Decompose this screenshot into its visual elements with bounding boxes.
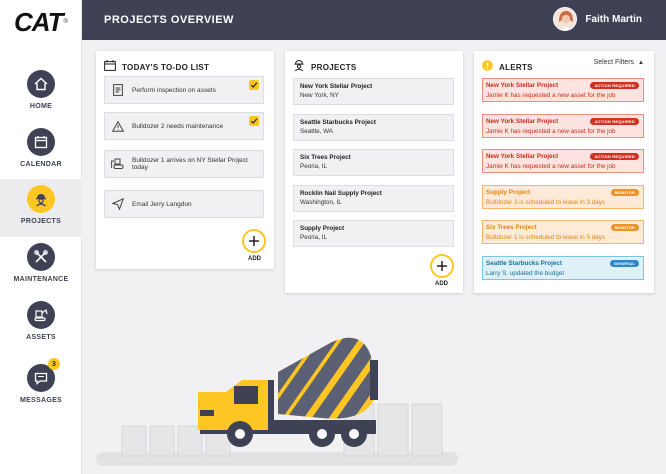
- status-badge: GENERAL: [610, 260, 639, 267]
- worker-icon: [27, 185, 55, 213]
- alert-message: Larry S. updated the budget: [486, 270, 565, 277]
- calendar-icon: [104, 58, 116, 76]
- alerts-panel-header: ALERTS: [482, 58, 533, 76]
- logo-text: CAT: [14, 6, 64, 37]
- cement-truck-icon: [96, 337, 458, 466]
- worker-icon: [293, 58, 305, 76]
- project-card[interactable]: New York Stellar Project New York, NY: [293, 78, 454, 105]
- top-header: PROJECTS OVERVIEW Faith Martin: [82, 0, 666, 40]
- project-location: Seattle, WA: [300, 128, 334, 135]
- sidebar-item-messages[interactable]: 3 MESSAGES: [0, 358, 82, 416]
- todo-panel-header: TODAY'S TO-DO LIST: [104, 58, 209, 76]
- project-name: Six Trees Project: [300, 154, 351, 161]
- status-badge: ACTION REQUIRED: [590, 82, 639, 89]
- todo-text: Bulldozer 2 needs maintenance: [132, 122, 224, 130]
- excavator-icon: [27, 301, 55, 329]
- list-item[interactable]: Perform inspection on assets: [104, 76, 264, 104]
- message-count-badge: 3: [48, 358, 60, 370]
- sidebar-item-maintenance[interactable]: MAINTENANCE: [0, 237, 82, 295]
- plus-icon: [249, 236, 259, 246]
- status-badge: ACTION REQUIRED: [590, 118, 639, 125]
- document-icon: [111, 84, 125, 96]
- list-item[interactable]: Email Jerry Langdon: [104, 190, 264, 218]
- project-location: Peoria, IL: [300, 163, 327, 170]
- chevron-up-icon: ▲: [638, 59, 644, 66]
- status-badge: ACTION REQUIRED: [590, 153, 639, 160]
- project-location: Peoria, IL: [300, 234, 327, 241]
- sidebar-item-home[interactable]: HOME: [0, 64, 82, 122]
- projects-panel-title: PROJECTS: [311, 62, 357, 72]
- sidebar-item-label: HOME: [29, 103, 53, 110]
- sidebar-item-assets[interactable]: ASSETS: [0, 295, 82, 353]
- plus-icon: [437, 261, 447, 271]
- todo-text: Bulldozer 1 arrives on NY Stellar Projec…: [132, 157, 248, 171]
- project-location: Washington, IL: [300, 199, 342, 206]
- alert-card[interactable]: Six Trees Project Bulldozer 1 is schedul…: [482, 220, 644, 244]
- todo-panel: TODAY'S TO-DO LIST Perform inspection on…: [96, 51, 274, 269]
- alert-card[interactable]: New York Stellar Project Jamie K has req…: [482, 114, 644, 138]
- todo-text: Perform inspection on assets: [132, 86, 216, 94]
- send-icon: [111, 198, 125, 210]
- projects-panel-header: PROJECTS: [293, 58, 357, 76]
- alert-message: Jamie K has requested a new asset for th…: [486, 128, 616, 135]
- cat-logo[interactable]: CAT ®: [0, 0, 82, 44]
- alert-message: Bulldozer 1 is scheduled to leave in 5 d…: [486, 234, 606, 241]
- alert-card[interactable]: Seattle Starbucks Project Larry S. updat…: [482, 256, 644, 280]
- alert-card[interactable]: New York Stellar Project Jamie K has req…: [482, 149, 644, 173]
- warning-icon: [111, 120, 125, 132]
- status-badge: MONITOR: [610, 224, 639, 231]
- status-badge: MONITOR: [610, 189, 639, 196]
- alert-icon: [482, 58, 493, 76]
- todo-text: Email Jerry Langdon: [132, 200, 192, 208]
- projects-panel: PROJECTS New York Stellar Project New Yo…: [285, 51, 463, 293]
- project-location: New York, NY: [300, 92, 339, 99]
- sidebar-item-label: PROJECTS: [20, 218, 62, 225]
- project-name: Supply Project: [300, 225, 345, 232]
- alert-card[interactable]: New York Stellar Project Jamie K has req…: [482, 78, 644, 102]
- alert-message: Jamie K has requested a new asset for th…: [486, 163, 616, 170]
- list-item[interactable]: Bulldozer 2 needs maintenance: [104, 112, 264, 140]
- alert-message: Jamie K has requested a new asset for th…: [486, 92, 616, 99]
- project-card[interactable]: Six Trees Project Peoria, IL: [293, 149, 454, 176]
- todo-panel-title: TODAY'S TO-DO LIST: [122, 62, 210, 72]
- add-todo-button[interactable]: [242, 229, 266, 253]
- logo-trademark: ®: [63, 19, 68, 25]
- project-name: New York Stellar Project: [300, 83, 373, 90]
- checkbox-checked[interactable]: [249, 116, 259, 126]
- user-name: Faith Martin: [585, 13, 642, 25]
- list-item[interactable]: Bulldozer 1 arrives on NY Stellar Projec…: [104, 150, 264, 178]
- sidebar-item-label: CALENDAR: [20, 161, 62, 168]
- alerts-panel: ALERTS Select Filters ▲ New York Stellar…: [474, 51, 654, 293]
- alert-message: Bulldozer 3 is scheduled to leave in 3 d…: [486, 199, 606, 206]
- alert-card[interactable]: Supply Project Bulldozer 3 is scheduled …: [482, 185, 644, 209]
- alerts-panel-title: ALERTS: [499, 62, 533, 72]
- avatar: [553, 7, 578, 31]
- add-todo-label: ADD: [248, 256, 261, 262]
- sidebar: CAT ® HOME CALENDAR PROJECTS MAINTENANCE …: [0, 0, 82, 474]
- add-project-label: ADD: [435, 281, 448, 287]
- sidebar-item-label: MAINTENANCE: [13, 276, 69, 283]
- filter-label: Select Filters: [593, 59, 635, 66]
- user-menu[interactable]: Faith Martin: [553, 7, 642, 31]
- cement-truck-illustration: [82, 300, 666, 474]
- project-name: Seattle Starbucks Project: [300, 119, 376, 126]
- home-icon: [27, 70, 55, 98]
- sidebar-item-label: MESSAGES: [19, 397, 63, 404]
- project-card[interactable]: Seattle Starbucks Project Seattle, WA: [293, 114, 454, 141]
- page-title: PROJECTS OVERVIEW: [104, 14, 234, 26]
- message-icon: 3: [27, 358, 60, 392]
- sidebar-item-label: ASSETS: [26, 334, 56, 341]
- select-filters-dropdown[interactable]: Select Filters ▲: [594, 59, 644, 66]
- project-card[interactable]: Rocklin Nail Supply Project Washington, …: [293, 185, 454, 212]
- add-project-button[interactable]: [430, 254, 454, 278]
- project-card[interactable]: Supply Project Peoria, IL: [293, 220, 454, 247]
- tools-icon: [27, 243, 55, 271]
- calendar-icon: [27, 128, 55, 156]
- bulldozer-icon: [111, 158, 125, 170]
- sidebar-item-projects[interactable]: PROJECTS: [0, 179, 82, 237]
- sidebar-item-calendar[interactable]: CALENDAR: [0, 122, 82, 180]
- project-name: Rocklin Nail Supply Project: [300, 190, 382, 197]
- checkbox-checked[interactable]: [249, 80, 259, 90]
